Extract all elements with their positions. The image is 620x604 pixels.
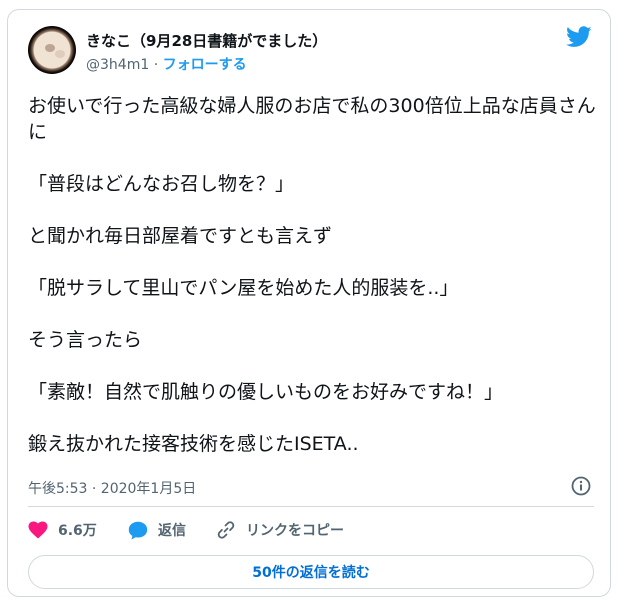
divider: [28, 506, 594, 507]
like-count: 6.6万: [58, 523, 97, 539]
tweet-card: きなこ（9月28日書籍がでました） @3h4m1 · フォローする お使いで行っ…: [7, 9, 611, 597]
link-icon: [217, 521, 235, 539]
separator-dot: ·: [153, 57, 159, 73]
heart-icon: [28, 521, 48, 539]
follow-link[interactable]: フォローする: [163, 57, 247, 73]
copy-link-button[interactable]: リンクをコピー: [216, 515, 344, 545]
info-icon[interactable]: [570, 475, 592, 497]
reply-button[interactable]: 返信: [128, 515, 186, 545]
timestamp[interactable]: 午後5:53 · 2020年1月5日: [28, 478, 196, 498]
like-button[interactable]: 6.6万: [28, 515, 97, 545]
handle[interactable]: @3h4m1: [86, 57, 149, 73]
tweet-text: お使いで行った高級な婦人服のお店で私の300倍位上品な店員さんに 「普段はどんな…: [28, 95, 596, 455]
read-replies-button[interactable]: 50件の返信を読む: [28, 555, 594, 589]
twitter-bird-icon[interactable]: [566, 26, 592, 48]
speech-bubble-icon: [128, 521, 148, 539]
display-name[interactable]: きなこ（9月28日書籍がでました）: [86, 30, 327, 51]
handle-row: @3h4m1 · フォローする: [86, 54, 247, 74]
copy-link-label: リンクをコピー: [246, 523, 344, 539]
avatar[interactable]: [28, 26, 76, 74]
reply-label: 返信: [158, 523, 186, 539]
